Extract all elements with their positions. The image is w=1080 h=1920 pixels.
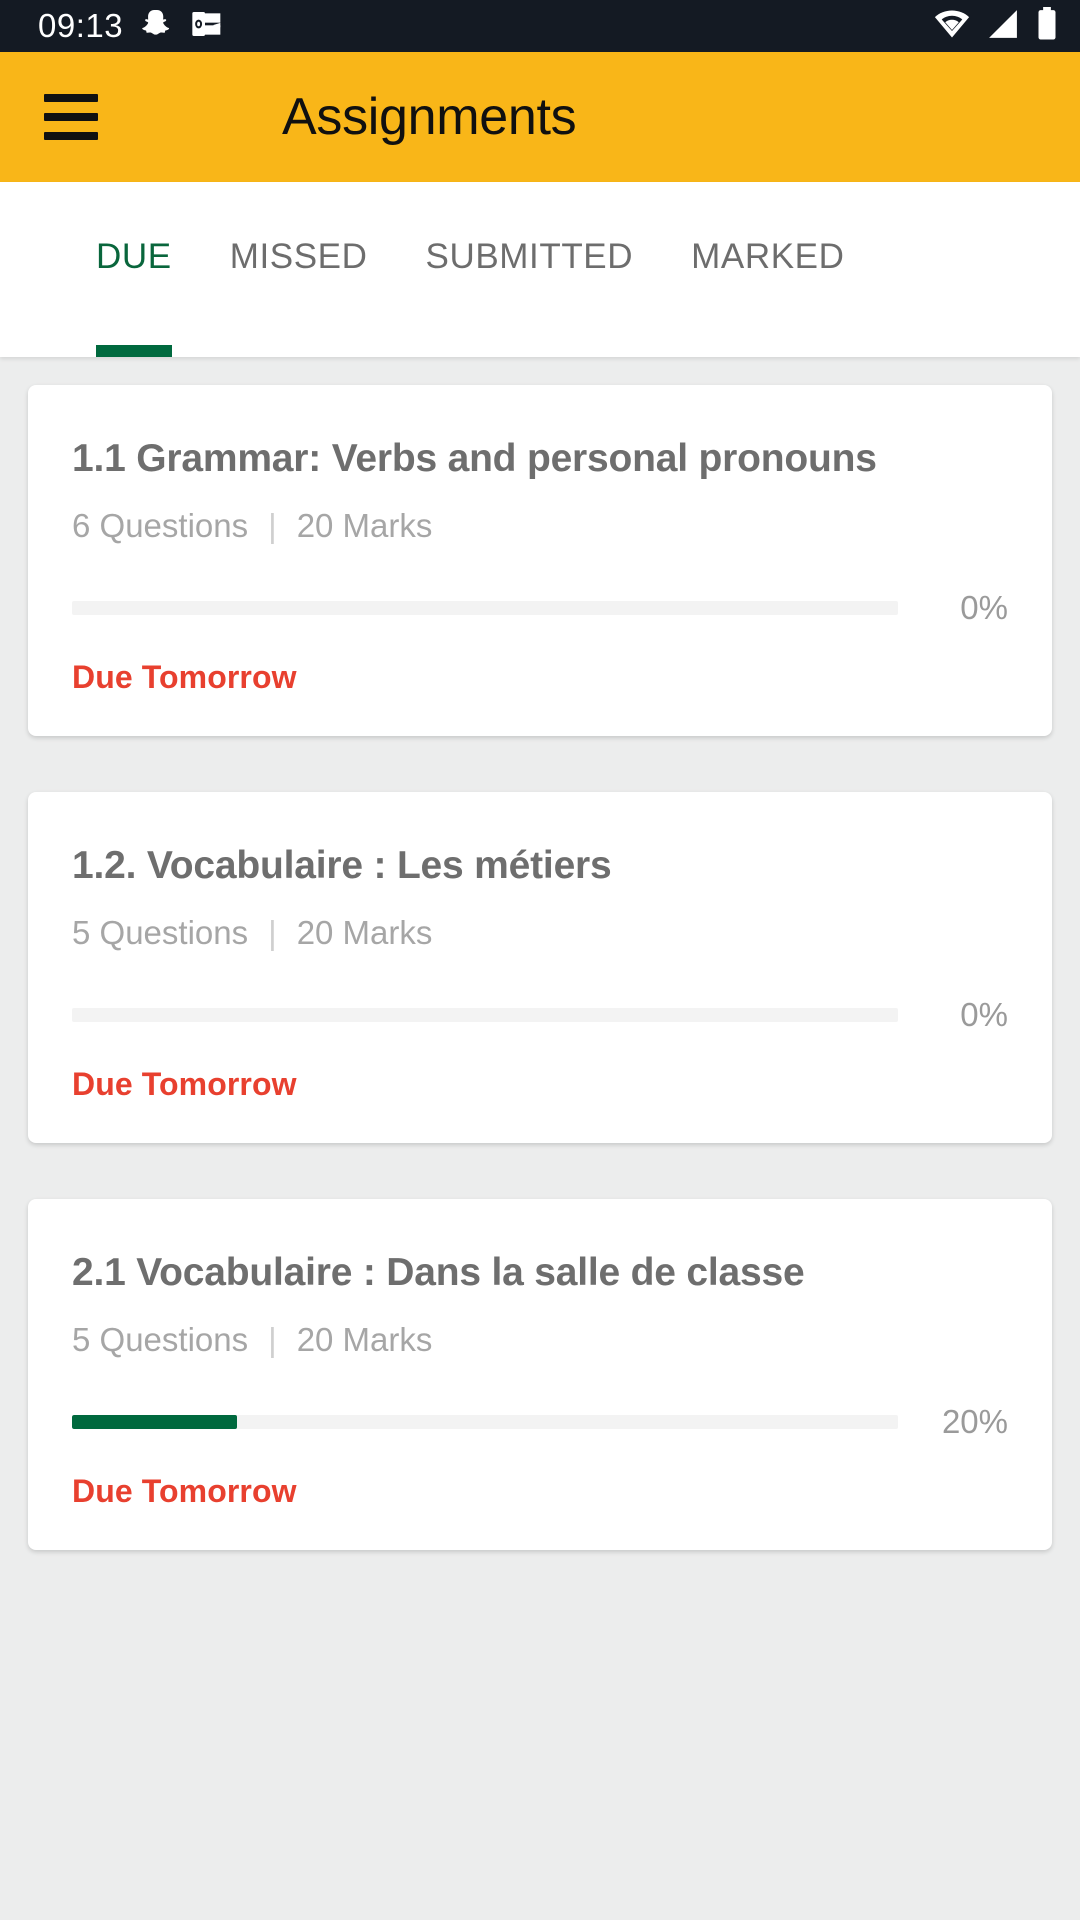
question-count: 5 Questions: [72, 1321, 249, 1358]
assignment-card[interactable]: 1.1 Grammar: Verbs and personal pronouns…: [28, 385, 1052, 736]
tab-marked[interactable]: MARKED: [691, 182, 844, 357]
battery-icon: [1036, 6, 1058, 46]
tab-bar: DUE MISSED SUBMITTED MARKED: [0, 182, 1080, 357]
hamburger-bar: [44, 113, 98, 121]
hamburger-bar: [44, 94, 98, 102]
progress-row: 20%: [72, 1403, 1008, 1441]
marks-count: 20 Marks: [296, 1321, 433, 1358]
assignment-list[interactable]: 1.1 Grammar: Verbs and personal pronouns…: [0, 357, 1080, 1920]
assignment-title: 1.2. Vocabulaire : Les métiers: [72, 844, 612, 887]
outlook-icon: [191, 8, 223, 45]
status-bar: 09:13: [0, 0, 1080, 52]
due-status: Due Tomorrow: [72, 1473, 297, 1509]
tab-label: MISSED: [229, 236, 368, 276]
due-status: Due Tomorrow: [72, 659, 297, 695]
due-status: Due Tomorrow: [72, 1066, 297, 1102]
assignment-card[interactable]: 1.2. Vocabulaire : Les métiers 5 Questio…: [28, 792, 1052, 1143]
assignment-meta: 5 Questions | 20 Marks: [72, 914, 1008, 952]
tab-missed[interactable]: MISSED: [230, 182, 368, 357]
progress-percent-label: 0%: [960, 589, 1008, 626]
hamburger-menu-icon[interactable]: [44, 94, 98, 140]
meta-separator: |: [268, 914, 277, 951]
marks-count: 20 Marks: [296, 507, 433, 544]
assignment-title: 2.1 Vocabulaire : Dans la salle de class…: [72, 1251, 805, 1294]
progress-bar: [72, 1008, 898, 1022]
question-count: 5 Questions: [72, 914, 249, 951]
tab-submitted[interactable]: SUBMITTED: [426, 182, 634, 357]
status-bar-left: 09:13: [38, 7, 223, 45]
progress-bar-fill: [72, 1415, 238, 1429]
wifi-icon: [934, 8, 970, 45]
meta-separator: |: [268, 507, 277, 544]
page-title: Assignments: [282, 88, 577, 146]
tab-label: SUBMITTED: [425, 236, 634, 276]
progress-row: 0%: [72, 589, 1008, 627]
marks-count: 20 Marks: [296, 914, 433, 951]
assignment-meta: 6 Questions | 20 Marks: [72, 507, 1008, 545]
hamburger-bar: [44, 132, 98, 140]
tab-label: DUE: [96, 236, 172, 276]
meta-separator: |: [268, 1321, 277, 1358]
progress-percent-label: 0%: [960, 996, 1008, 1033]
tab-label: MARKED: [691, 236, 845, 276]
question-count: 6 Questions: [72, 507, 249, 544]
tab-due[interactable]: DUE: [96, 182, 172, 357]
tab-active-indicator: [96, 345, 172, 357]
progress-bar: [72, 1415, 898, 1429]
status-bar-clock: 09:13: [38, 7, 124, 44]
assignment-title: 1.1 Grammar: Verbs and personal pronouns: [72, 437, 877, 480]
snapchat-icon: [141, 8, 173, 45]
assignment-card[interactable]: 2.1 Vocabulaire : Dans la salle de class…: [28, 1199, 1052, 1550]
progress-percent-label: 20%: [941, 1403, 1008, 1440]
progress-row: 0%: [72, 996, 1008, 1034]
progress-bar: [72, 601, 898, 615]
assignment-meta: 5 Questions | 20 Marks: [72, 1321, 1008, 1359]
cellular-signal-icon: [986, 8, 1020, 45]
status-bar-right: [934, 6, 1058, 46]
app-bar: Assignments: [0, 52, 1080, 182]
